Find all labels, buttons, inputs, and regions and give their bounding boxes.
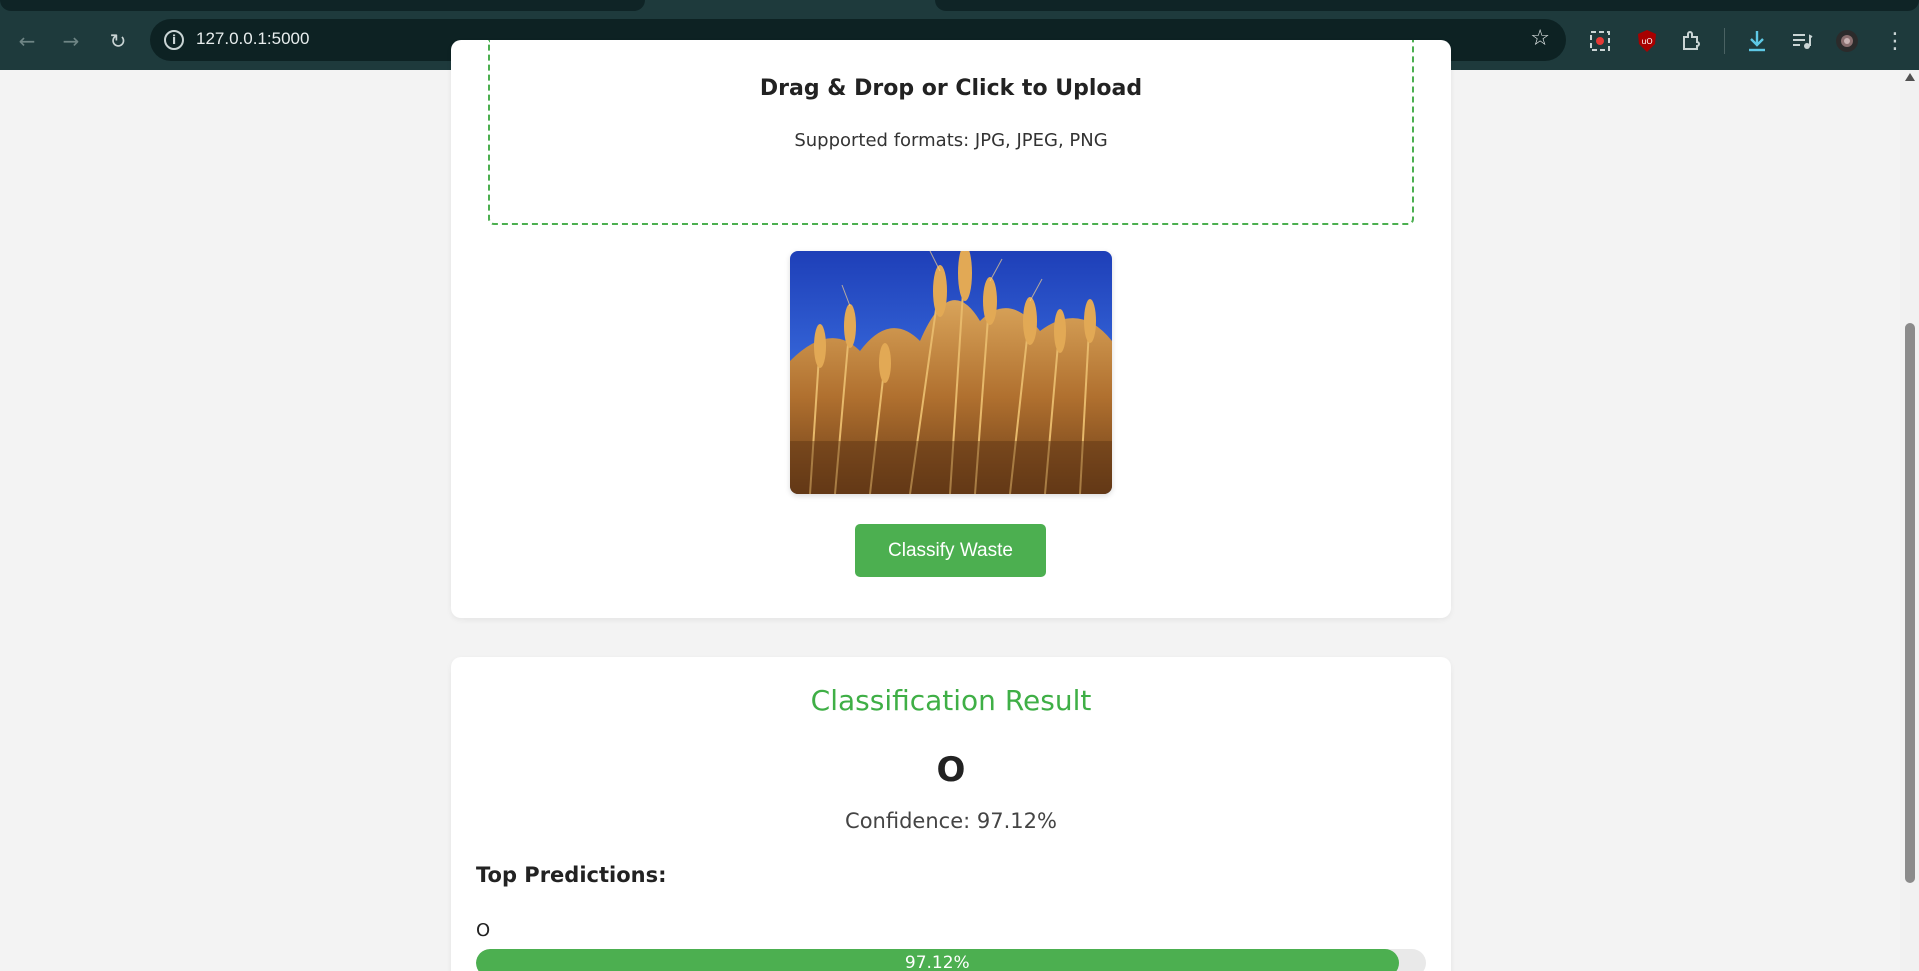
bookmark-star-icon[interactable]: ☆	[1530, 26, 1550, 51]
site-info-icon[interactable]: i	[164, 30, 184, 50]
toolbar-separator	[1724, 28, 1725, 54]
browser-tab[interactable]	[935, 0, 1919, 11]
prediction-label: O	[476, 920, 491, 941]
media-controls-icon[interactable]	[1788, 27, 1816, 55]
top-predictions-heading: Top Predictions:	[476, 863, 667, 887]
page-scrollbar[interactable]	[1900, 70, 1919, 971]
tab-strip	[0, 0, 1919, 12]
reload-icon[interactable]: ↻	[103, 26, 133, 56]
dropzone-title: Drag & Drop or Click to Upload	[759, 76, 1143, 101]
screen-capture-icon[interactable]	[1586, 27, 1614, 55]
confidence-text: Confidence: 97.12%	[845, 809, 1057, 833]
supported-formats-text: Supported formats: JPG, JPEG, PNG	[794, 130, 1108, 151]
result-title: Classification Result	[810, 684, 1092, 717]
svg-text:uO: uO	[1641, 37, 1652, 46]
ublock-icon[interactable]: uO	[1633, 27, 1661, 55]
wheat-field-image	[790, 251, 1112, 494]
scrollbar-thumb[interactable]	[1905, 323, 1915, 883]
download-icon[interactable]	[1743, 27, 1771, 55]
scroll-up-arrow-icon[interactable]	[1905, 73, 1915, 81]
result-card: Classification Result O Confidence: 97.1…	[451, 657, 1451, 971]
back-icon[interactable]: ←	[12, 26, 42, 56]
extensions-puzzle-icon[interactable]	[1677, 27, 1705, 55]
predicted-class: O	[936, 750, 966, 790]
prediction-bar-track: 97.12%	[476, 949, 1426, 971]
classify-waste-button[interactable]: Classify Waste	[855, 524, 1046, 577]
image-preview	[790, 251, 1112, 494]
upload-card: Drag & Drop or Click to Upload Supported…	[451, 40, 1451, 618]
url-text[interactable]: 127.0.0.1:5000	[196, 29, 309, 49]
upload-dropzone[interactable]: Drag & Drop or Click to Upload Supported…	[488, 40, 1414, 225]
forward-icon[interactable]: →	[56, 26, 86, 56]
prediction-bar-fill: 97.12%	[476, 949, 1399, 971]
profile-avatar[interactable]	[1833, 27, 1861, 55]
browser-menu-icon[interactable]: ⋮	[1880, 26, 1910, 56]
browser-tab[interactable]	[0, 0, 645, 11]
